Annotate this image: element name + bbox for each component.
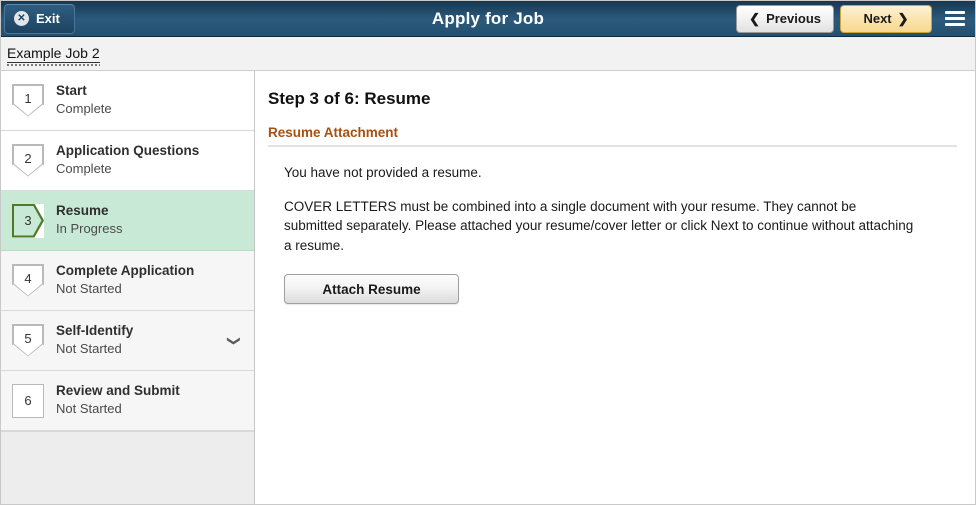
step-status: Complete — [56, 101, 112, 117]
step-text: Resume In Progress — [56, 203, 242, 239]
sidebar-empty-space — [1, 431, 254, 504]
sidebar-item-review-and-submit[interactable]: 6 Review and Submit Not Started — [1, 371, 254, 431]
page-title: Step 3 of 6: Resume — [268, 89, 431, 108]
step-navigation-sidebar: 1 Start Complete 2 Application Questions… — [1, 71, 255, 504]
section-heading-resume-attachment: Resume Attachment — [268, 125, 957, 147]
step-status: Complete — [56, 161, 112, 177]
step-title: Resume — [56, 202, 109, 218]
step-title: Review and Submit — [56, 382, 180, 398]
sidebar-item-start[interactable]: 1 Start Complete — [1, 71, 254, 131]
step-status: Not Started — [56, 281, 122, 297]
step-status: In Progress — [56, 221, 123, 237]
chevron-left-icon: ❮ — [749, 11, 761, 26]
header-actions: ❮ Previous Next ❯ — [736, 4, 975, 34]
no-resume-message: You have not provided a resume. — [284, 165, 482, 180]
step-title: Self-Identify — [56, 322, 134, 338]
apply-for-job-window: ✕ Exit Apply for Job ❮ Previous Next ❯ E… — [0, 0, 976, 505]
close-circle-icon: ✕ — [14, 11, 29, 26]
step-number: 6 — [24, 393, 32, 408]
step-text: Complete Application Not Started — [56, 263, 242, 299]
step-title: Start — [56, 82, 87, 98]
hamburger-menu-icon[interactable] — [940, 4, 970, 34]
sidebar-item-self-identify[interactable]: 5 Self-Identify Not Started ❯ — [1, 311, 254, 371]
main-content: Step 3 of 6: Resume Resume Attachment Yo… — [255, 71, 975, 504]
step-text: Review and Submit Not Started — [56, 383, 242, 419]
chevron-down-icon[interactable]: ❯ — [226, 333, 242, 349]
attach-resume-button[interactable]: Attach Resume — [284, 274, 459, 305]
sidebar-item-application-questions[interactable]: 2 Application Questions Complete — [1, 131, 254, 191]
chevron-right-icon: ❯ — [897, 11, 909, 26]
step-text: Self-Identify Not Started — [56, 323, 214, 359]
previous-button-label: Previous — [766, 11, 821, 26]
breadcrumb[interactable]: Example Job 2 — [7, 45, 100, 66]
previous-button[interactable]: ❮ Previous — [736, 4, 834, 33]
step-marker-3: 3 — [12, 203, 44, 238]
step-marker-4: 4 — [12, 263, 44, 298]
app-header: ✕ Exit Apply for Job ❮ Previous Next ❯ — [1, 1, 975, 37]
step-number: 1 — [24, 90, 32, 106]
page-body: 1 Start Complete 2 Application Questions… — [1, 71, 975, 504]
step-marker-1: 1 — [12, 83, 44, 118]
breadcrumb-bar: Example Job 2 — [1, 37, 975, 71]
exit-button[interactable]: ✕ Exit — [4, 3, 75, 34]
step-number: 2 — [24, 150, 32, 166]
step-title: Application Questions — [56, 142, 200, 158]
step-status: Not Started — [56, 341, 122, 357]
cover-letter-instructions: COVER LETTERS must be combined into a si… — [284, 198, 914, 253]
step-marker-5: 5 — [12, 323, 44, 358]
sidebar-item-complete-application[interactable]: 4 Complete Application Not Started — [1, 251, 254, 311]
sidebar-item-resume[interactable]: 3 Resume In Progress — [1, 191, 254, 251]
step-title: Complete Application — [56, 262, 195, 278]
step-marker-6: 6 — [12, 383, 44, 418]
exit-button-label: Exit — [36, 11, 60, 26]
step-number: 4 — [24, 270, 32, 286]
step-number: 5 — [24, 330, 32, 346]
step-status: Not Started — [56, 401, 122, 417]
next-button-label: Next — [863, 11, 892, 26]
next-button[interactable]: Next ❯ — [840, 4, 932, 33]
step-number: 3 — [24, 213, 32, 228]
step-marker-2: 2 — [12, 143, 44, 178]
step-text: Application Questions Complete — [56, 143, 242, 179]
section-body: You have not provided a resume. COVER LE… — [268, 163, 957, 305]
step-text: Start Complete — [56, 83, 242, 119]
